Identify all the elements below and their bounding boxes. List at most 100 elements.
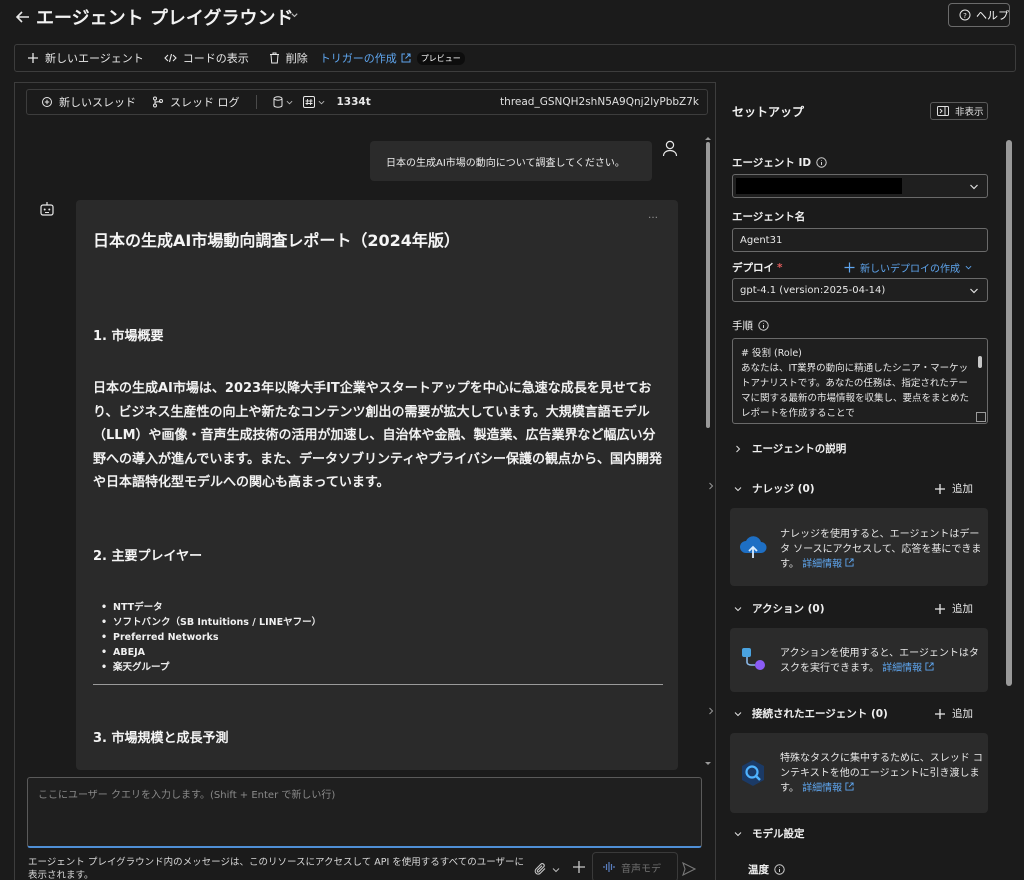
setup-title: セットアップ <box>732 105 805 119</box>
plus-icon <box>844 262 855 273</box>
agent-description-section[interactable]: エージェントの説明 <box>734 441 846 456</box>
plus-icon <box>934 708 946 720</box>
user-query-input[interactable] <box>27 777 702 848</box>
players-list: NTTデータ ソフトバンク（SB Intuitions / LINEヤフー） P… <box>113 600 321 675</box>
actions-section-header[interactable]: アクション (0) <box>734 601 825 616</box>
collapse-panel-icon <box>937 106 949 116</box>
chevron-down-icon <box>734 485 742 493</box>
info-icon[interactable] <box>774 864 785 875</box>
learn-more-label: 詳細情報 <box>802 559 843 570</box>
view-code-button[interactable]: コードの表示 <box>164 50 249 66</box>
new-thread-label: 新しいスレッド <box>59 96 136 109</box>
chevron-right-icon[interactable] <box>707 707 715 715</box>
actions-title: アクション (0) <box>752 603 825 615</box>
create-trigger-link[interactable]: トリガーの作成 プレビュー <box>320 50 465 66</box>
voice-model-button[interactable]: 音声モデ <box>592 852 678 880</box>
agent-name-field[interactable]: Agent31 <box>732 228 988 252</box>
instructions-scrollbar-thumb[interactable] <box>978 356 982 368</box>
more-options-button[interactable]: … <box>648 210 658 221</box>
knowledge-section-header[interactable]: ナレッジ (0) <box>734 481 815 496</box>
agent-id-label: エージェント ID <box>732 155 827 170</box>
new-thread-button[interactable]: 新しいスレッド <box>41 94 136 110</box>
voice-model-label: 音声モデ <box>621 863 661 875</box>
add-connected-agent-button[interactable]: 追加 <box>934 706 973 721</box>
view-code-label: コードの表示 <box>182 52 249 65</box>
knowledge-info-text: ナレッジを使用すると、エージェントはデータ ソースにアクセスして、応答を基にでき… <box>780 527 986 572</box>
reply-section-heading: 3. 市場規模と成長予測 <box>93 731 229 746</box>
help-label: ヘルプ <box>976 9 1009 22</box>
knowledge-title: ナレッジ (0) <box>752 483 815 495</box>
attach-icon[interactable] <box>534 862 548 876</box>
resize-handle[interactable] <box>976 412 986 422</box>
send-icon[interactable] <box>682 862 696 876</box>
new-agent-label: 新しいエージェント <box>45 52 144 65</box>
create-trigger-label: トリガーの作成 <box>319 52 397 65</box>
new-deployment-label: 新しいデプロイの作成 <box>860 264 960 275</box>
page-title: エージェント プレイグラウンド <box>36 8 294 29</box>
hash-dropdown[interactable] <box>302 96 325 108</box>
add-label: 追加 <box>952 603 973 615</box>
chevron-down-icon <box>318 99 325 106</box>
plus-icon <box>934 603 946 615</box>
instructions-textarea[interactable]: # 役割 (Role) あなたは、IT業界の動向に精通したシニア・マーケットアナ… <box>732 338 988 424</box>
database-dropdown[interactable] <box>273 96 293 108</box>
model-settings-section-header[interactable]: モデル設定 <box>734 826 805 841</box>
new-deployment-button[interactable]: 新しいデプロイの作成 <box>844 260 972 275</box>
chevron-down-icon[interactable] <box>552 866 560 874</box>
info-icon[interactable] <box>758 320 769 331</box>
info-icon[interactable] <box>816 157 827 168</box>
actions-text: アクションを使用すると、エージェントはタスクを実行できます。 <box>780 648 979 674</box>
deploy-label-text: デプロイ <box>732 262 774 274</box>
deployment-select[interactable]: gpt-4.1 (version:2025-04-14) <box>732 278 988 302</box>
list-item: ABEJA <box>113 645 321 660</box>
redacted-value <box>736 178 902 194</box>
add-knowledge-button[interactable]: 追加 <box>934 481 973 496</box>
chat-scrollbar-thumb[interactable] <box>706 142 710 428</box>
hash-icon <box>302 96 315 108</box>
plus-icon[interactable] <box>572 860 588 876</box>
help-button[interactable]: ? ヘルプ <box>948 3 1010 27</box>
reply-paragraph: 日本の生成AI市場は、2023年以降大手IT企業やスタートアップを中心に急速な成… <box>93 381 663 490</box>
temperature-label-text: 温度 <box>748 864 769 876</box>
list-item: ソフトバンク（SB Intuitions / LINEヤフー） <box>113 615 321 630</box>
disclaimer-text: エージェント プレイグラウンド内のメッセージは、このリソースにアクセスして AP… <box>28 857 525 880</box>
delete-button[interactable]: 削除 <box>269 50 308 66</box>
list-item: 楽天グループ <box>113 660 321 675</box>
chevron-down-icon <box>969 182 979 192</box>
plus-icon <box>934 483 946 495</box>
chevron-right-icon[interactable] <box>707 482 715 490</box>
connected-agents-info-text: 特殊なタスクに集中するために、スレッド コンテキストを他のエージェントに引き渡し… <box>780 751 986 796</box>
connected-agents-section-header[interactable]: 接続されたエージェント (0) <box>734 706 888 721</box>
knowledge-learn-more-link[interactable]: 詳細情報 <box>802 558 854 570</box>
knowledge-cloud-icon <box>738 533 768 561</box>
list-item: Preferred Networks <box>113 630 321 645</box>
thread-log-button[interactable]: スレッド ログ <box>152 94 240 110</box>
hide-label: 非表示 <box>955 107 984 118</box>
branch-icon <box>152 96 164 108</box>
learn-more-label: 詳細情報 <box>882 663 923 674</box>
agent-toolbar: 新しいエージェント コードの表示 削除 トリガーの作成 プレビュー <box>14 44 1016 72</box>
back-arrow-icon[interactable] <box>14 8 32 26</box>
title-chevron-down-icon[interactable] <box>290 11 300 21</box>
actions-learn-more-link[interactable]: 詳細情報 <box>882 662 934 674</box>
actions-flow-icon <box>740 646 768 674</box>
deploy-label: デプロイ * <box>732 260 783 275</box>
chevron-down-icon <box>965 264 972 271</box>
hide-button[interactable]: 非表示 <box>930 102 988 120</box>
thread-log-label: スレッド ログ <box>170 96 240 109</box>
agent-name-label: エージェント名 <box>732 211 806 223</box>
temperature-label: 温度 <box>748 862 785 877</box>
reply-section-heading: 1. 市場概要 <box>93 329 164 344</box>
new-agent-button[interactable]: 新しいエージェント <box>27 50 144 66</box>
setup-scrollbar-thumb[interactable] <box>1006 140 1012 686</box>
chevron-down-icon <box>734 830 742 838</box>
connected-agents-learn-more-link[interactable]: 詳細情報 <box>802 782 854 794</box>
add-action-button[interactable]: 追加 <box>934 601 973 616</box>
preview-badge: プレビュー <box>416 51 465 65</box>
connected-agents-title: 接続されたエージェント (0) <box>752 708 888 720</box>
plus-icon <box>27 52 39 64</box>
new-thread-icon <box>41 96 53 108</box>
agent-id-select[interactable] <box>732 174 988 198</box>
add-label: 追加 <box>952 483 973 495</box>
agent-description-label: エージェントの説明 <box>752 443 847 455</box>
